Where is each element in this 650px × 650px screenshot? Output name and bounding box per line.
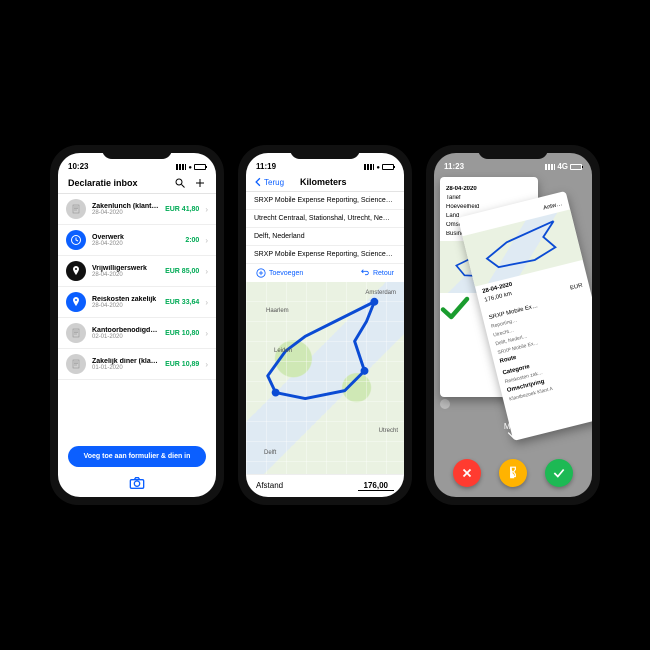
chevron-right-icon: › [205,298,208,307]
chevron-right-icon: › [205,236,208,245]
phone-approval: 11:23 4G 28-04-2020 Tarief [426,145,600,505]
status-time: 11:23 [444,162,464,171]
list-item[interactable]: Zakenlunch (klant in omschrijving)28-04-… [58,194,216,225]
address-row[interactable]: Delft, Nederland [246,228,404,246]
chevron-right-icon: › [205,360,208,369]
status-icons [364,162,394,171]
item-date: 01-01-2020 [92,365,159,371]
item-title: Zakenlunch (klant in omschrijving) [92,203,159,210]
item-main: Kantoorbenodigdheden02-01-2020 [92,327,159,340]
item-date: 28-04-2020 [92,272,159,278]
category-icon [66,199,86,219]
add-waypoint-button[interactable]: Toevoegen [256,268,303,278]
distance-label: Afstand [256,481,283,491]
item-title: Zakelijk diner (klant in omschrijving) [92,358,159,365]
city-label: Delft [264,450,276,456]
chevron-right-icon: › [205,205,208,214]
list-item[interactable]: Kantoorbenodigdheden02-01-2020 EUR 10,80 › [58,318,216,349]
list-item[interactable]: Overwerk28-04-2020 2:00 › [58,225,216,256]
item-main: Vrijwilligerswerk28-04-2020 [92,265,159,278]
battery-icon [194,164,206,170]
wifi-icon [376,162,380,171]
city-label: Haarlem [266,308,289,314]
item-date: 28-04-2020 [92,241,179,247]
nav-bar: Declaratie inbox [58,173,216,194]
address-row[interactable]: SRXP Mobile Expense Reporting, Science… [246,192,404,210]
distance-value[interactable]: 176,00 [358,481,394,491]
city-label: Leiden [274,348,292,354]
signal-icon [176,164,186,170]
add-label: Toevoegen [269,270,303,277]
city-label: Amsterdam [365,290,396,296]
item-title: Overwerk [92,234,179,241]
more-label[interactable]: Meer [434,422,592,441]
item-amount: EUR 33,64 [165,299,199,306]
item-date: 28-04-2020 [92,210,159,216]
search-icon[interactable] [174,177,186,189]
signal-icon [364,164,374,170]
reject-button[interactable] [453,459,481,487]
category-icon [66,354,86,374]
submit-button[interactable]: Voeg toe aan formulier & dien in [68,446,206,467]
approve-checkmark-icon [440,293,470,323]
battery-icon [382,164,394,170]
signal-icon [545,164,555,170]
item-date: 02-01-2020 [92,334,159,340]
item-amount: EUR 10,89 [165,361,199,368]
list-item[interactable]: Reiskosten zakelijk28-04-2020 EUR 33,64 › [58,287,216,318]
list-item[interactable]: Vrijwilligerswerk28-04-2020 EUR 85,00 › [58,256,216,287]
chevron-right-icon: › [205,267,208,276]
retour-button[interactable]: Retour [360,268,394,278]
item-date: 28-04-2020 [92,303,159,309]
city-label: Utrecht [379,428,398,434]
item-main: Overwerk28-04-2020 [92,234,179,247]
approve-button[interactable] [545,459,573,487]
nav-bar: Terug Kilometers [246,173,404,192]
item-amount: 2:00 [185,237,199,244]
item-amount: EUR 85,00 [165,268,199,275]
card-stack[interactable]: 28-04-2020 Tarief Hoeveelheid Land Omsch… [434,173,592,497]
item-title: Vrijwilligerswerk [92,265,159,272]
status-icons [176,162,206,171]
retour-label: Retour [373,270,394,277]
back-label: Terug [264,178,284,187]
item-main: Zakenlunch (klant in omschrijving)28-04-… [92,203,159,216]
item-amount: EUR 10,80 [165,330,199,337]
list-item[interactable]: Zakelijk diner (klant in omschrijving)01… [58,349,216,380]
camera-button[interactable] [58,473,216,497]
route-map[interactable]: Amsterdam Haarlem Leiden Utrecht Delft [246,282,404,474]
battery-icon [570,164,582,170]
category-icon [66,261,86,281]
item-main: Zakelijk diner (klant in omschrijving)01… [92,358,159,371]
declaration-list: Zakenlunch (klant in omschrijving)28-04-… [58,194,216,440]
status-time: 11:19 [256,162,276,171]
item-amount: EUR 41,80 [165,206,199,213]
item-main: Reiskosten zakelijk28-04-2020 [92,296,159,309]
back-button[interactable]: Terug [254,177,284,187]
page-title: Declaratie inbox [68,178,138,188]
distance-row: Afstand 176,00 [246,474,404,497]
category-icon [66,230,86,250]
category-icon [66,323,86,343]
page-title: Kilometers [300,177,347,187]
hold-button[interactable] [499,459,527,487]
item-title: Kantoorbenodigdheden [92,327,159,334]
wifi-icon [188,162,192,171]
address-list: SRXP Mobile Expense Reporting, Science…U… [246,192,404,264]
chevron-right-icon: › [205,329,208,338]
phone-inbox: 10:23 Declaratie inbox Zakenlunch (klant… [50,145,224,505]
status-icons: 4G [545,162,582,171]
submit-label: Voeg toe aan formulier & dien in [84,453,191,460]
action-row [434,459,592,487]
step-dot [440,399,450,409]
item-title: Reiskosten zakelijk [92,296,159,303]
phone-kilometers: 11:19 Terug Kilometers SRXP Mobile Expen… [238,145,412,505]
address-row[interactable]: Utrecht Centraal, Stationshal, Utrecht, … [246,210,404,228]
add-icon[interactable] [194,177,206,189]
status-time: 10:23 [68,162,88,171]
category-icon [66,292,86,312]
address-row[interactable]: SRXP Mobile Expense Reporting, Science… [246,246,404,264]
